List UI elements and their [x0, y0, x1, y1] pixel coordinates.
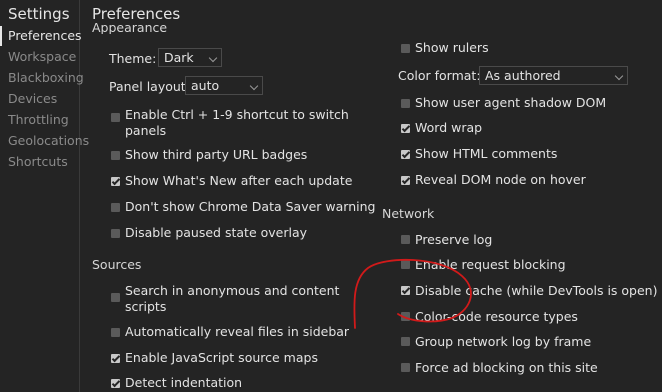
group-by-frame-checkbox[interactable]: [401, 337, 410, 346]
theme-select[interactable]: Dark: [158, 48, 222, 67]
anonymous-scripts-checkbox[interactable]: [111, 293, 120, 302]
color-format-select-value: As authored: [485, 68, 561, 83]
preserve-log-checkbox[interactable]: [401, 235, 410, 244]
sidebar-item-devices[interactable]: Devices: [0, 89, 79, 109]
chevron-down-icon: [208, 53, 218, 63]
force-ad-blocking-checkbox[interactable]: [401, 363, 410, 372]
word-wrap-checkbox[interactable]: [401, 124, 410, 133]
group-by-frame-label: Group network log by frame: [415, 334, 592, 349]
color-code-label: Color-code resource types: [415, 309, 578, 324]
ctrl-shortcut-label-line2: panels: [125, 123, 167, 138]
paused-overlay-label: Disable paused state overlay: [125, 225, 308, 240]
network-heading: Network: [382, 206, 435, 221]
js-source-maps-label: Enable JavaScript source maps: [125, 350, 318, 365]
show-rulers-label: Show rulers: [415, 40, 489, 55]
sidebar-item-geolocations[interactable]: Geolocations: [0, 131, 89, 151]
shadow-dom-checkbox[interactable]: [401, 99, 410, 108]
sidebar-item-preferences[interactable]: Preferences: [0, 26, 82, 46]
disable-cache-label: Disable cache (while DevTools is open): [415, 283, 658, 298]
ctrl-shortcut-checkbox[interactable]: [111, 113, 120, 122]
third-party-badges-label: Show third party URL badges: [125, 147, 308, 162]
preserve-log-label: Preserve log: [415, 232, 493, 247]
reveal-dom-label: Reveal DOM node on hover: [415, 172, 586, 187]
shadow-dom-label: Show user agent shadow DOM: [415, 95, 607, 110]
page-title: Preferences: [92, 5, 181, 23]
force-ad-blocking-label: Force ad blocking on this site: [415, 360, 598, 375]
html-comments-label: Show HTML comments: [415, 146, 558, 161]
anonymous-scripts-label-line2: scripts: [125, 299, 167, 314]
detect-indentation-label: Detect indentation: [125, 375, 243, 390]
appearance-heading: Appearance: [92, 22, 168, 34]
reveal-files-label: Automatically reveal files in sidebar: [125, 324, 350, 339]
sources-heading: Sources: [92, 257, 142, 272]
ctrl-shortcut-label: Enable Ctrl + 1-9 shortcut to switch: [125, 107, 349, 122]
sidebar-item-blackboxing[interactable]: Blackboxing: [0, 68, 84, 88]
color-format-label: Color format:: [398, 68, 481, 83]
sidebar-item-workspace[interactable]: Workspace: [0, 47, 79, 67]
panel-layout-select[interactable]: auto: [185, 76, 263, 95]
color-code-checkbox[interactable]: [401, 312, 410, 321]
sidebar-item-shortcuts[interactable]: Shortcuts: [0, 152, 79, 172]
sidebar-item-throttling[interactable]: Throttling: [0, 110, 79, 130]
panel-layout-label: Panel layout:: [109, 79, 190, 94]
whats-new-checkbox[interactable]: [111, 177, 120, 186]
detect-indentation-checkbox[interactable]: [111, 379, 120, 388]
request-blocking-label: Enable request blocking: [415, 257, 566, 272]
word-wrap-label: Word wrap: [415, 120, 483, 135]
sidebar-title: Settings: [8, 5, 70, 23]
theme-select-value: Dark: [164, 50, 194, 65]
color-format-select[interactable]: As authored: [479, 66, 628, 85]
panel-layout-select-value: auto: [191, 78, 220, 93]
disable-cache-checkbox[interactable]: [401, 286, 410, 295]
html-comments-checkbox[interactable]: [401, 150, 410, 159]
chevron-down-icon: [249, 81, 259, 91]
show-rulers-checkbox[interactable]: [401, 44, 410, 53]
paused-overlay-checkbox[interactable]: [111, 229, 120, 238]
request-blocking-checkbox[interactable]: [401, 260, 410, 269]
whats-new-label: Show What's New after each update: [125, 173, 353, 188]
chevron-down-icon: [614, 71, 624, 81]
third-party-badges-checkbox[interactable]: [111, 151, 120, 160]
theme-label: Theme:: [109, 51, 157, 66]
reveal-dom-checkbox[interactable]: [401, 176, 410, 185]
data-saver-checkbox[interactable]: [111, 203, 120, 212]
js-source-maps-checkbox[interactable]: [111, 354, 120, 363]
settings-window: Settings Preferences Workspace Blackboxi…: [0, 0, 662, 392]
reveal-files-checkbox[interactable]: [111, 328, 120, 337]
anonymous-scripts-label: Search in anonymous and content: [125, 283, 340, 298]
settings-sidebar: Settings Preferences Workspace Blackboxi…: [0, 0, 89, 392]
data-saver-label: Don't show Chrome Data Saver warning: [125, 199, 376, 214]
